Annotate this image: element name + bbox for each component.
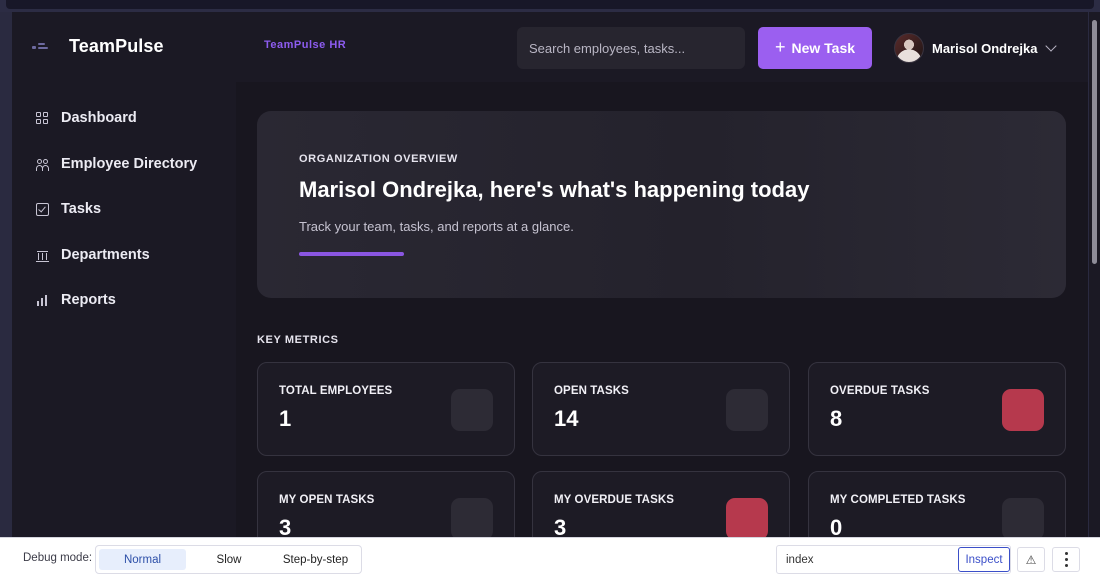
metric-title: MY COMPLETED TASKS [830,494,966,506]
alert-badge [1002,389,1044,431]
debug-mode-slow[interactable]: Slow [188,549,270,570]
warning-icon: ⚠ [1025,552,1037,567]
metric-value: 14 [554,406,579,431]
sidebar-item-label: Departments [61,247,150,263]
metric-value: 3 [554,515,567,537]
metric-icon-badge [451,498,493,537]
overview-kicker: ORGANIZATION OVERVIEW [299,153,458,165]
window-top-strip [0,0,1100,12]
metric-card-overdue-tasks[interactable]: OVERDUE TASKS 8 [808,362,1066,456]
avatar [894,33,924,63]
checkbox-icon [36,202,49,216]
new-task-label: New Task [791,40,856,56]
main-content: ORGANIZATION OVERVIEW Marisol Ondrejka, … [236,82,1088,537]
grid-icon [36,111,49,125]
chevron-down-icon [1045,39,1058,52]
metric-value: 1 [279,406,292,431]
metric-value: 3 [279,515,292,537]
debug-toolbar: Debug mode: Normal Slow Step-by-step Ins… [0,537,1100,580]
metric-icon-badge [726,389,768,431]
page-subtitle: Track your team, tasks, and reports at a… [299,219,574,234]
metric-card-my-completed-tasks[interactable]: MY COMPLETED TASKS 0 [808,471,1066,537]
metric-icon-badge [1002,498,1044,537]
building-icon [36,249,49,262]
user-name: Marisol Ondrejka [932,40,1038,56]
metric-value: 8 [830,406,843,431]
sidebar-item-reports[interactable]: Reports [36,288,116,312]
sidebar-item-label: Dashboard [61,110,137,126]
debug-mode-switch: Normal Slow Step-by-step [95,545,362,574]
debug-mode-label: Debug mode: [23,552,93,564]
metric-value: 0 [830,515,843,537]
metric-title: MY OVERDUE TASKS [554,494,675,506]
inspect-button[interactable]: Inspect [958,547,1010,572]
top-header: TeamPulse TeamPulse HR + New Task Mariso… [12,12,1088,82]
user-menu[interactable]: Marisol Ondrejka [894,32,1058,64]
metric-card-my-overdue-tasks[interactable]: MY OVERDUE TASKS 3 [532,471,790,537]
sidebar-item-label: Employee Directory [61,156,198,172]
overview-banner: ORGANIZATION OVERVIEW Marisol Ondrejka, … [257,111,1066,298]
brand-name[interactable]: TeamPulse [69,36,164,57]
sidebar: Dashboard Employee Directory Tasks Depar… [12,82,236,537]
warning-button[interactable]: ⚠ [1017,547,1045,572]
plus-icon: + [774,37,786,57]
sidebar-item-dashboard[interactable]: Dashboard [36,106,137,130]
new-task-button[interactable]: + New Task [758,27,872,69]
vertical-scrollbar[interactable] [1089,12,1100,537]
sidebar-item-label: Tasks [61,201,102,217]
section-heading: KEY METRICS [257,334,339,346]
metric-title: OPEN TASKS [554,385,629,397]
page-title: Marisol Ondrejka, here's what's happenin… [299,177,810,202]
metric-title: MY OPEN TASKS [279,494,375,506]
bar-chart-icon [36,294,49,307]
sidebar-item-tasks[interactable]: Tasks [36,197,101,221]
metric-icon-badge [451,389,493,431]
accent-divider [299,252,404,256]
logo-icon [32,40,54,54]
debug-mode-step[interactable]: Step-by-step [272,549,359,570]
metric-card-open-tasks[interactable]: OPEN TASKS 14 [532,362,790,456]
metric-card-my-open-tasks[interactable]: MY OPEN TASKS 3 [257,471,515,537]
search-input[interactable] [517,27,745,69]
metric-title: OVERDUE TASKS [830,385,930,397]
scrollbar-thumb[interactable] [1092,20,1097,264]
metric-card-total-employees[interactable]: TOTAL EMPLOYEES 1 [257,362,515,456]
users-icon [36,158,49,171]
app-window: TeamPulse TeamPulse HR + New Task Mariso… [12,12,1088,537]
more-options-button[interactable] [1052,547,1080,572]
debug-mode-normal[interactable]: Normal [99,549,186,570]
sidebar-item-departments[interactable]: Departments [36,243,150,267]
product-name: TeamPulse HR [264,39,347,51]
metric-title: TOTAL EMPLOYEES [279,385,393,397]
sidebar-item-employee-directory[interactable]: Employee Directory [36,152,197,176]
alert-badge [726,498,768,537]
sidebar-item-label: Reports [61,292,116,308]
